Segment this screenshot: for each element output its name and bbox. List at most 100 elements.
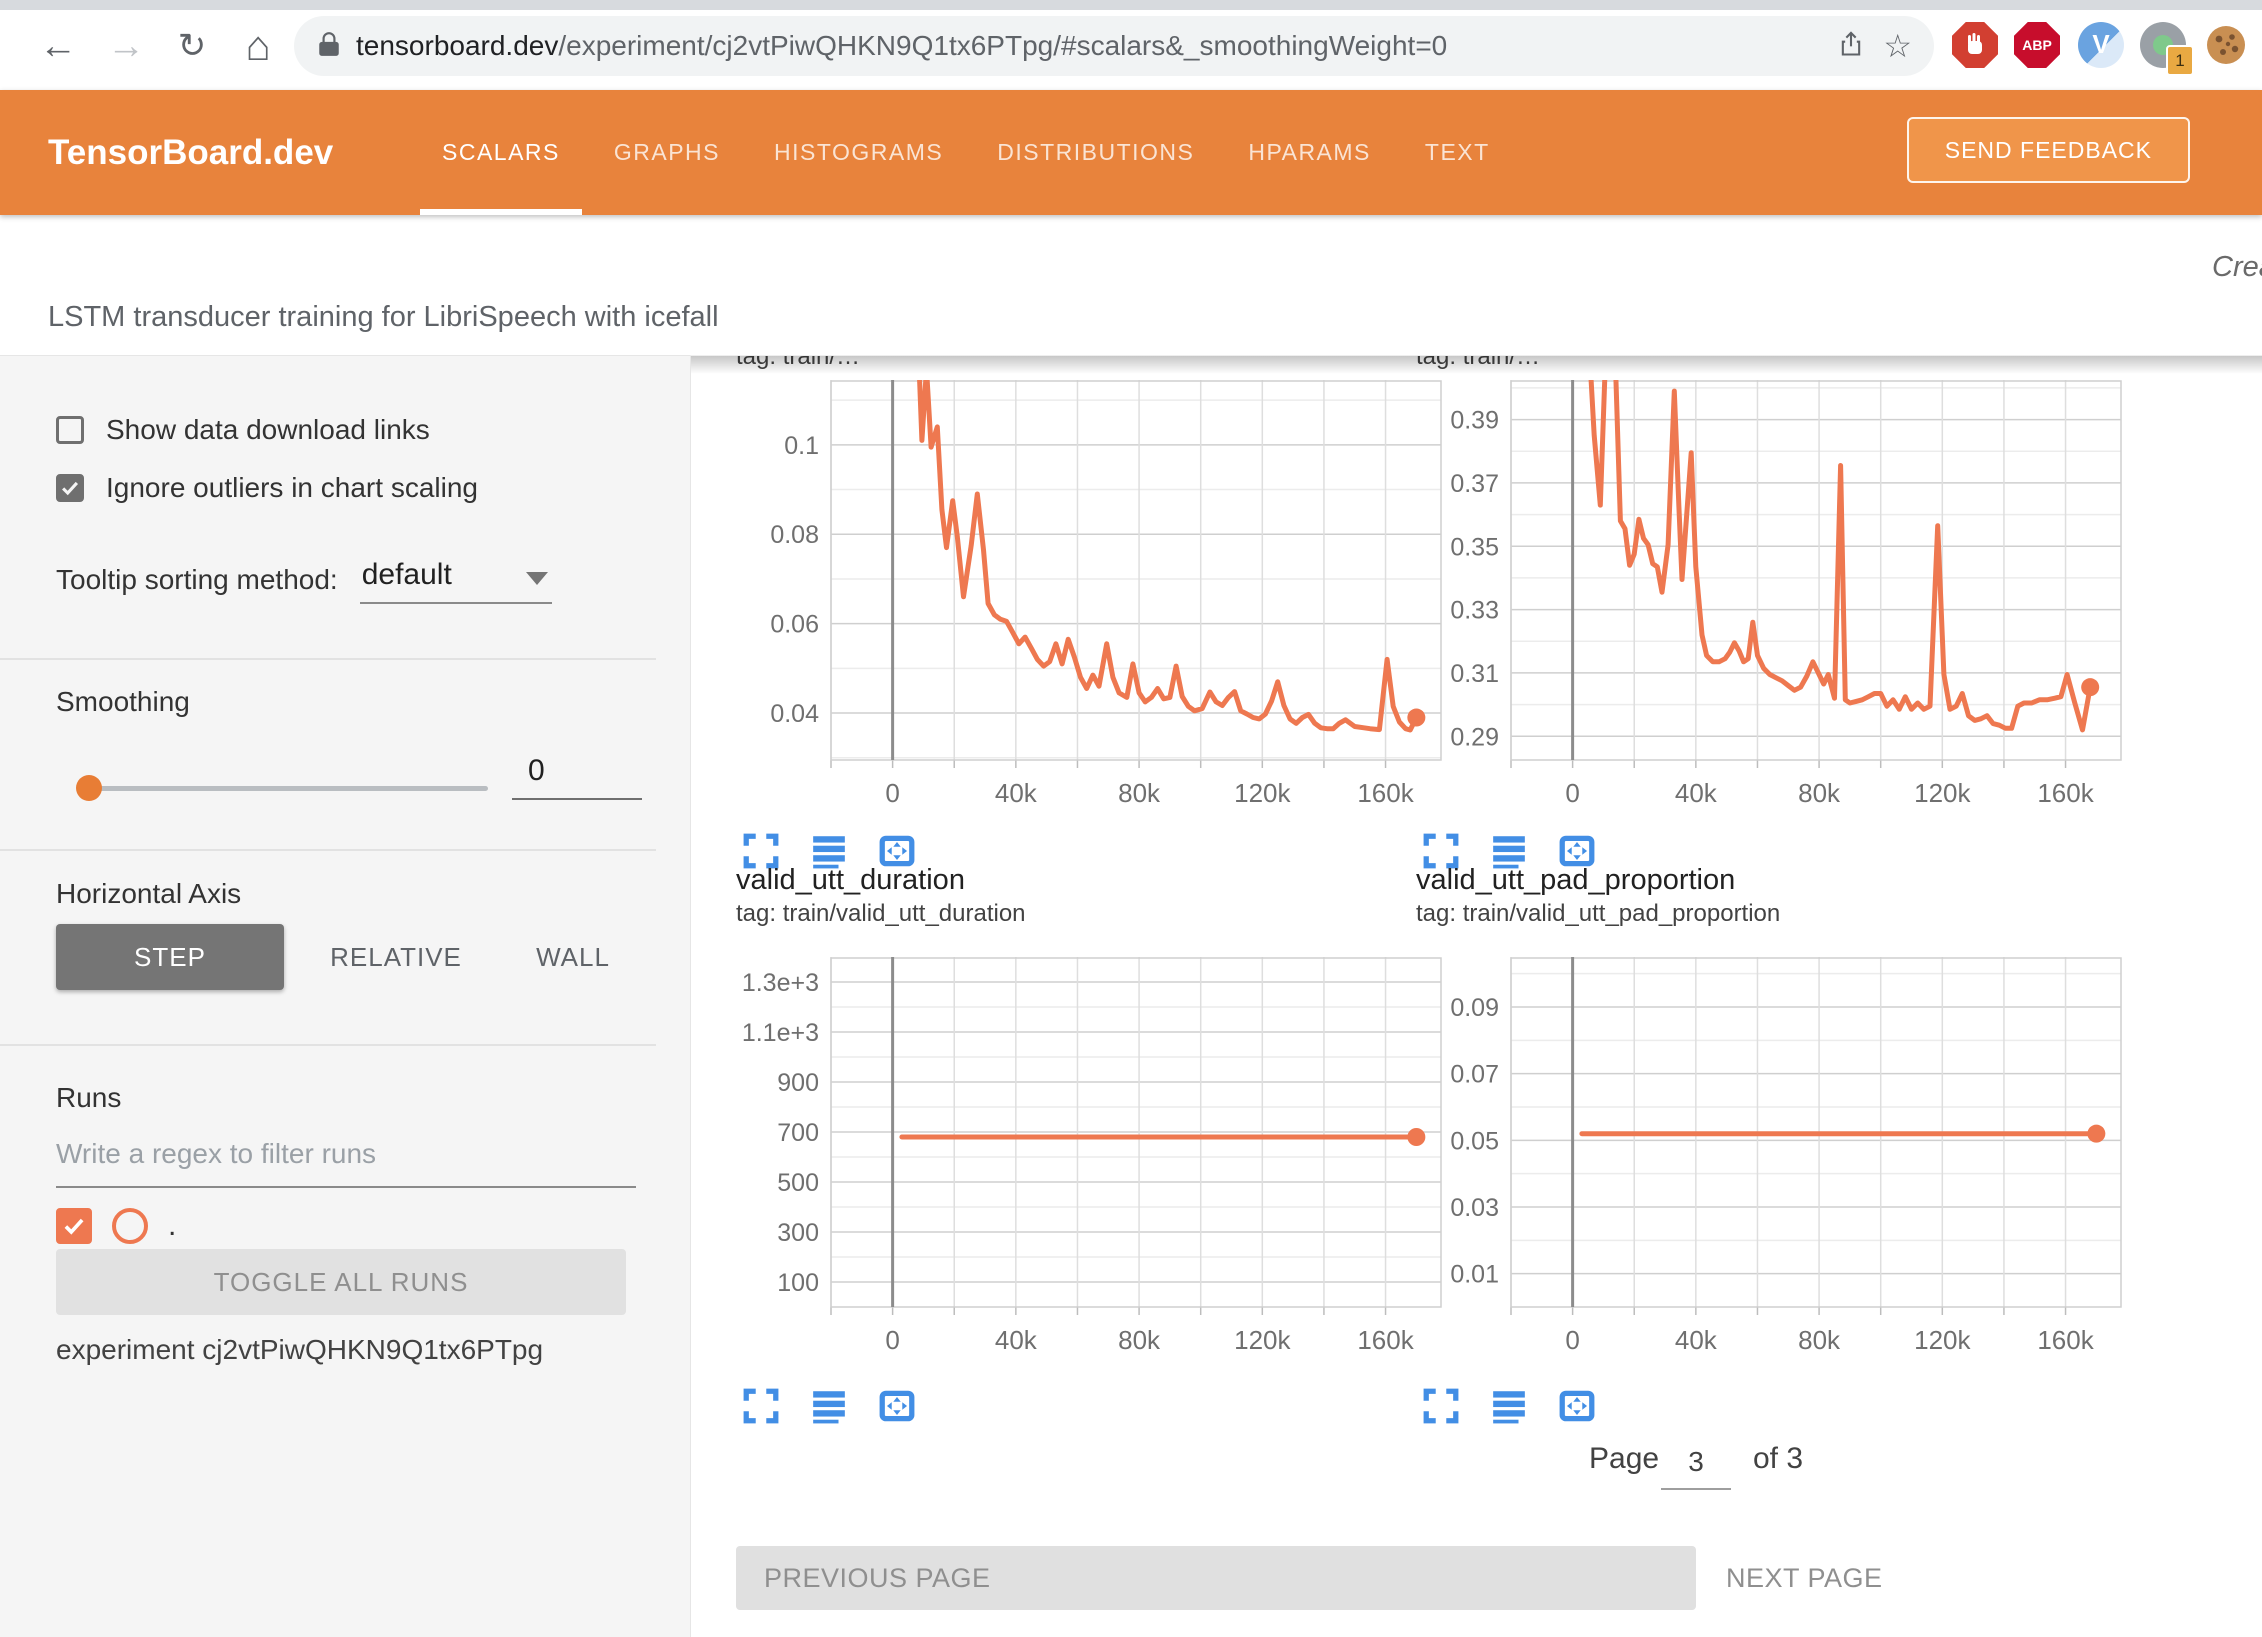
runs-regex-input[interactable]: Write a regex to filter runs — [56, 1138, 376, 1170]
ignore-outliers-checkbox[interactable] — [56, 474, 84, 502]
svg-text:0.33: 0.33 — [1450, 597, 1499, 625]
ignore-outliers-row[interactable]: Ignore outliers in chart scaling — [56, 472, 478, 504]
send-feedback-button[interactable]: SEND FEEDBACK — [1907, 117, 2190, 183]
smoothing-slider-thumb[interactable] — [76, 775, 102, 801]
back-icon[interactable]: ← — [36, 24, 80, 68]
share-icon[interactable] — [1837, 30, 1865, 63]
axis-wall-button[interactable]: WALL — [508, 924, 638, 990]
page-number-input[interactable]: 3 — [1661, 1446, 1731, 1490]
tooltip-sorting-dropdown[interactable]: default — [360, 556, 552, 604]
next-page-button[interactable]: NEXT PAGE — [1726, 1546, 1883, 1610]
tab-hparams[interactable]: HPARAMS — [1248, 90, 1371, 215]
chart-plot[interactable]: 0.290.310.330.350.370.39040k80k120k160k — [1416, 380, 2126, 818]
address-bar[interactable]: tensorboard.dev/experiment/cj2vtPiwQHKN9… — [294, 16, 1934, 76]
fit-domain-icon[interactable] — [1558, 1387, 1596, 1425]
tab-text[interactable]: TEXT — [1425, 90, 1490, 215]
home-icon[interactable]: ⌂ — [236, 24, 280, 68]
run-color-circle[interactable] — [112, 1208, 148, 1244]
svg-text:160k: 160k — [2037, 778, 2094, 808]
svg-text:300: 300 — [777, 1219, 819, 1247]
svg-text:120k: 120k — [1234, 778, 1291, 808]
svg-text:40k: 40k — [1675, 1325, 1718, 1355]
svg-text:80k: 80k — [1798, 1325, 1841, 1355]
log-scale-icon[interactable] — [1490, 1387, 1528, 1425]
show-download-links-label: Show data download links — [106, 414, 430, 446]
chart-title: valid_utt_pad_proportion — [1416, 861, 2126, 899]
chevron-down-icon — [526, 572, 548, 585]
tab-scalars[interactable]: SCALARS — [442, 90, 560, 215]
page-label: Page — [1589, 1442, 1659, 1476]
svg-text:120k: 120k — [1914, 778, 1971, 808]
chart-card-valid-utt-pad-proportion: valid_utt_pad_proportion tag: train/vali… — [1416, 861, 2126, 1425]
cookie-extension-icon[interactable] — [2206, 25, 2252, 71]
fit-domain-icon[interactable] — [878, 1387, 916, 1425]
settings-sidebar: Show data download links Ignore outliers… — [0, 355, 690, 1637]
run-checkbox[interactable] — [56, 1208, 92, 1244]
svg-text:0.01: 0.01 — [1450, 1261, 1499, 1289]
divider — [0, 849, 656, 851]
divider — [0, 1044, 656, 1046]
svg-text:0.09: 0.09 — [1450, 994, 1499, 1022]
tab-graphs[interactable]: GRAPHS — [614, 90, 720, 215]
fullscreen-icon[interactable] — [1422, 1387, 1460, 1425]
log-scale-icon[interactable] — [810, 1387, 848, 1425]
axis-step-button[interactable]: STEP — [56, 924, 284, 990]
svg-text:80k: 80k — [1118, 1325, 1161, 1355]
smoothing-label: Smoothing — [56, 686, 190, 718]
svg-text:0: 0 — [885, 778, 899, 808]
forward-icon[interactable]: → — [104, 24, 148, 68]
chart-actions — [736, 1387, 1446, 1425]
run-name-label: . — [168, 1209, 176, 1243]
toggle-all-runs-button[interactable]: TOGGLE ALL RUNS — [56, 1249, 626, 1315]
svg-text:0.1: 0.1 — [784, 432, 819, 460]
tab-distributions[interactable]: DISTRIBUTIONS — [997, 90, 1194, 215]
smoothing-slider-track[interactable] — [88, 786, 488, 791]
chart-plot[interactable]: 1003005007009001.1e+31.3e+3040k80k120k16… — [736, 957, 1446, 1365]
svg-text:0.31: 0.31 — [1450, 660, 1499, 688]
run-row[interactable]: . — [56, 1208, 176, 1244]
chart-card-valid-utt-duration: valid_utt_duration tag: train/valid_utt_… — [736, 861, 1446, 1425]
svg-text:0.05: 0.05 — [1450, 1127, 1499, 1155]
bookmark-star-icon[interactable]: ☆ — [1883, 32, 1912, 60]
svg-text:40k: 40k — [1675, 778, 1718, 808]
runs-regex-underline — [56, 1186, 636, 1188]
adblock-extension-icon[interactable] — [1952, 22, 1998, 68]
abp-extension-icon[interactable]: ABP — [2014, 22, 2060, 68]
url-path: /experiment/cj2vtPiwQHKN9Q1tx6PTpg/#scal… — [558, 30, 1447, 61]
chart-plot[interactable]: 0.040.060.080.1040k80k120k160k — [736, 380, 1446, 818]
svg-text:500: 500 — [777, 1169, 819, 1197]
svg-text:0.39: 0.39 — [1450, 407, 1499, 435]
svg-text:0.29: 0.29 — [1450, 723, 1499, 751]
svg-text:0.08: 0.08 — [770, 521, 819, 549]
horizontal-axis-label: Horizontal Axis — [56, 878, 241, 910]
svg-text:40k: 40k — [995, 1325, 1038, 1355]
svg-text:1.3e+3: 1.3e+3 — [742, 969, 819, 997]
title-strip: Crea LSTM transducer training for LibriS… — [0, 215, 2262, 355]
chart-card-top-right: tag: train/… 0.290.310.330.350.370.39040… — [1416, 355, 2126, 870]
url-text[interactable]: tensorboard.dev/experiment/cj2vtPiwQHKN9… — [356, 30, 1819, 62]
axis-relative-button[interactable]: RELATIVE — [316, 924, 476, 990]
smoothing-value-input[interactable]: 0 — [512, 754, 642, 800]
tooltip-sorting-value: default — [362, 558, 452, 591]
svg-text:100: 100 — [777, 1269, 819, 1297]
fullscreen-icon[interactable] — [742, 1387, 780, 1425]
extension-badge: 1 — [2166, 45, 2194, 76]
lock-icon — [316, 31, 342, 62]
reload-icon[interactable]: ↻ — [170, 24, 214, 68]
brand-logo[interactable]: TensorBoard.dev — [48, 90, 333, 215]
chart-plot[interactable]: 0.010.030.050.070.09040k80k120k160k — [1416, 957, 2126, 1365]
created-text-clipped: Crea — [2212, 251, 2262, 284]
tooltip-sorting-label: Tooltip sorting method: — [56, 556, 338, 596]
chart-tag: tag: train/valid_utt_duration — [736, 899, 1446, 929]
previous-page-button[interactable]: PREVIOUS PAGE — [736, 1546, 1696, 1610]
svg-text:1.1e+3: 1.1e+3 — [742, 1019, 819, 1047]
app-header: TensorBoard.dev SCALARS GRAPHS HISTOGRAM… — [0, 90, 2262, 215]
browser-toolbar: ← → ↻ ⌂ tensorboard.dev/experiment/cj2vt… — [0, 0, 2262, 90]
v-extension-icon[interactable]: V — [2078, 22, 2124, 68]
privacy-extension-icon[interactable]: 1 — [2140, 22, 2186, 68]
url-host: tensorboard.dev — [356, 30, 558, 61]
tab-strip — [0, 0, 2262, 10]
show-download-links-checkbox[interactable] — [56, 416, 84, 444]
show-download-links-row[interactable]: Show data download links — [56, 414, 430, 446]
tab-histograms[interactable]: HISTOGRAMS — [774, 90, 943, 215]
